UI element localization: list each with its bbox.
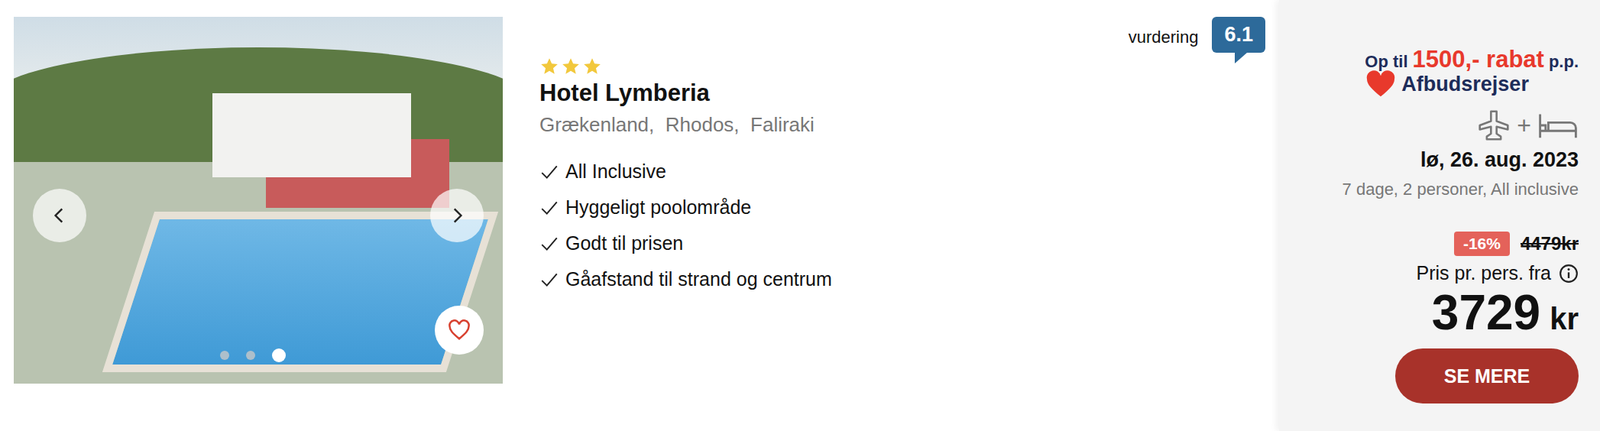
next-button[interactable] xyxy=(430,188,484,243)
heart-icon xyxy=(1364,70,1397,98)
hotel-location: Grækenland, Rhodos, Faliraki xyxy=(539,113,833,137)
gallery-dot[interactable] xyxy=(246,350,256,360)
discount-badge: -16% xyxy=(1454,231,1510,256)
see-more-button[interactable]: SE MERE xyxy=(1395,348,1579,404)
gallery-dots xyxy=(220,348,286,363)
price-panel: Op til1500,- rabatp.p.Afbudsrejser + lø, 2… xyxy=(1279,0,1600,431)
price-label: Pris pr. pers. fra xyxy=(1416,262,1579,285)
heart-icon xyxy=(447,319,471,341)
old-price: 4479kr xyxy=(1520,233,1579,255)
check-icon xyxy=(539,197,560,218)
plane-icon xyxy=(1476,108,1511,143)
chevron-left-icon xyxy=(49,205,70,226)
travel-date: lø, 26. aug. 2023 xyxy=(1420,148,1579,172)
info-icon[interactable] xyxy=(1558,263,1579,284)
feature-item: All Inclusive xyxy=(539,153,833,190)
price: 3729kr xyxy=(1431,285,1579,340)
gallery xyxy=(13,16,503,384)
gallery-dot[interactable] xyxy=(272,348,286,363)
check-icon xyxy=(539,161,560,182)
hotel-title[interactable]: Hotel Lymberia xyxy=(539,79,833,107)
star-icon xyxy=(582,56,603,77)
favorite-button[interactable] xyxy=(434,305,484,355)
hotel-card: Hotel Lymberia Grækenland, Rhodos, Falira… xyxy=(0,0,1600,431)
chevron-right-icon xyxy=(446,205,467,226)
flight-hotel: + xyxy=(1476,108,1579,143)
hotel-photo xyxy=(13,16,503,384)
feature-item: Gåafstand til strand og centrum xyxy=(539,261,833,298)
hotel-info: Hotel Lymberia Grækenland, Rhodos, Falira… xyxy=(502,0,1280,431)
check-icon xyxy=(539,233,560,254)
prev-button[interactable] xyxy=(32,188,87,243)
check-icon xyxy=(539,269,560,290)
star-rating xyxy=(539,56,833,77)
rating: vurdering 6.1 xyxy=(1128,16,1266,431)
trip-details: 7 dage, 2 personer, All inclusive xyxy=(1342,179,1579,200)
feature-item: Godt til prisen xyxy=(539,225,833,262)
star-icon xyxy=(539,56,560,77)
bed-icon xyxy=(1537,110,1579,141)
rating-score: 6.1 xyxy=(1211,16,1266,53)
rating-label: vurdering xyxy=(1128,27,1199,48)
star-icon xyxy=(560,56,581,77)
gallery-dot[interactable] xyxy=(220,350,230,360)
feature-item: Hyggeligt poolområde xyxy=(539,189,833,226)
promo: Op til1500,- rabatp.p.Afbudsrejser xyxy=(1364,45,1579,98)
feature-list: All InclusiveHyggeligt poolområdeGodt ti… xyxy=(539,153,833,298)
